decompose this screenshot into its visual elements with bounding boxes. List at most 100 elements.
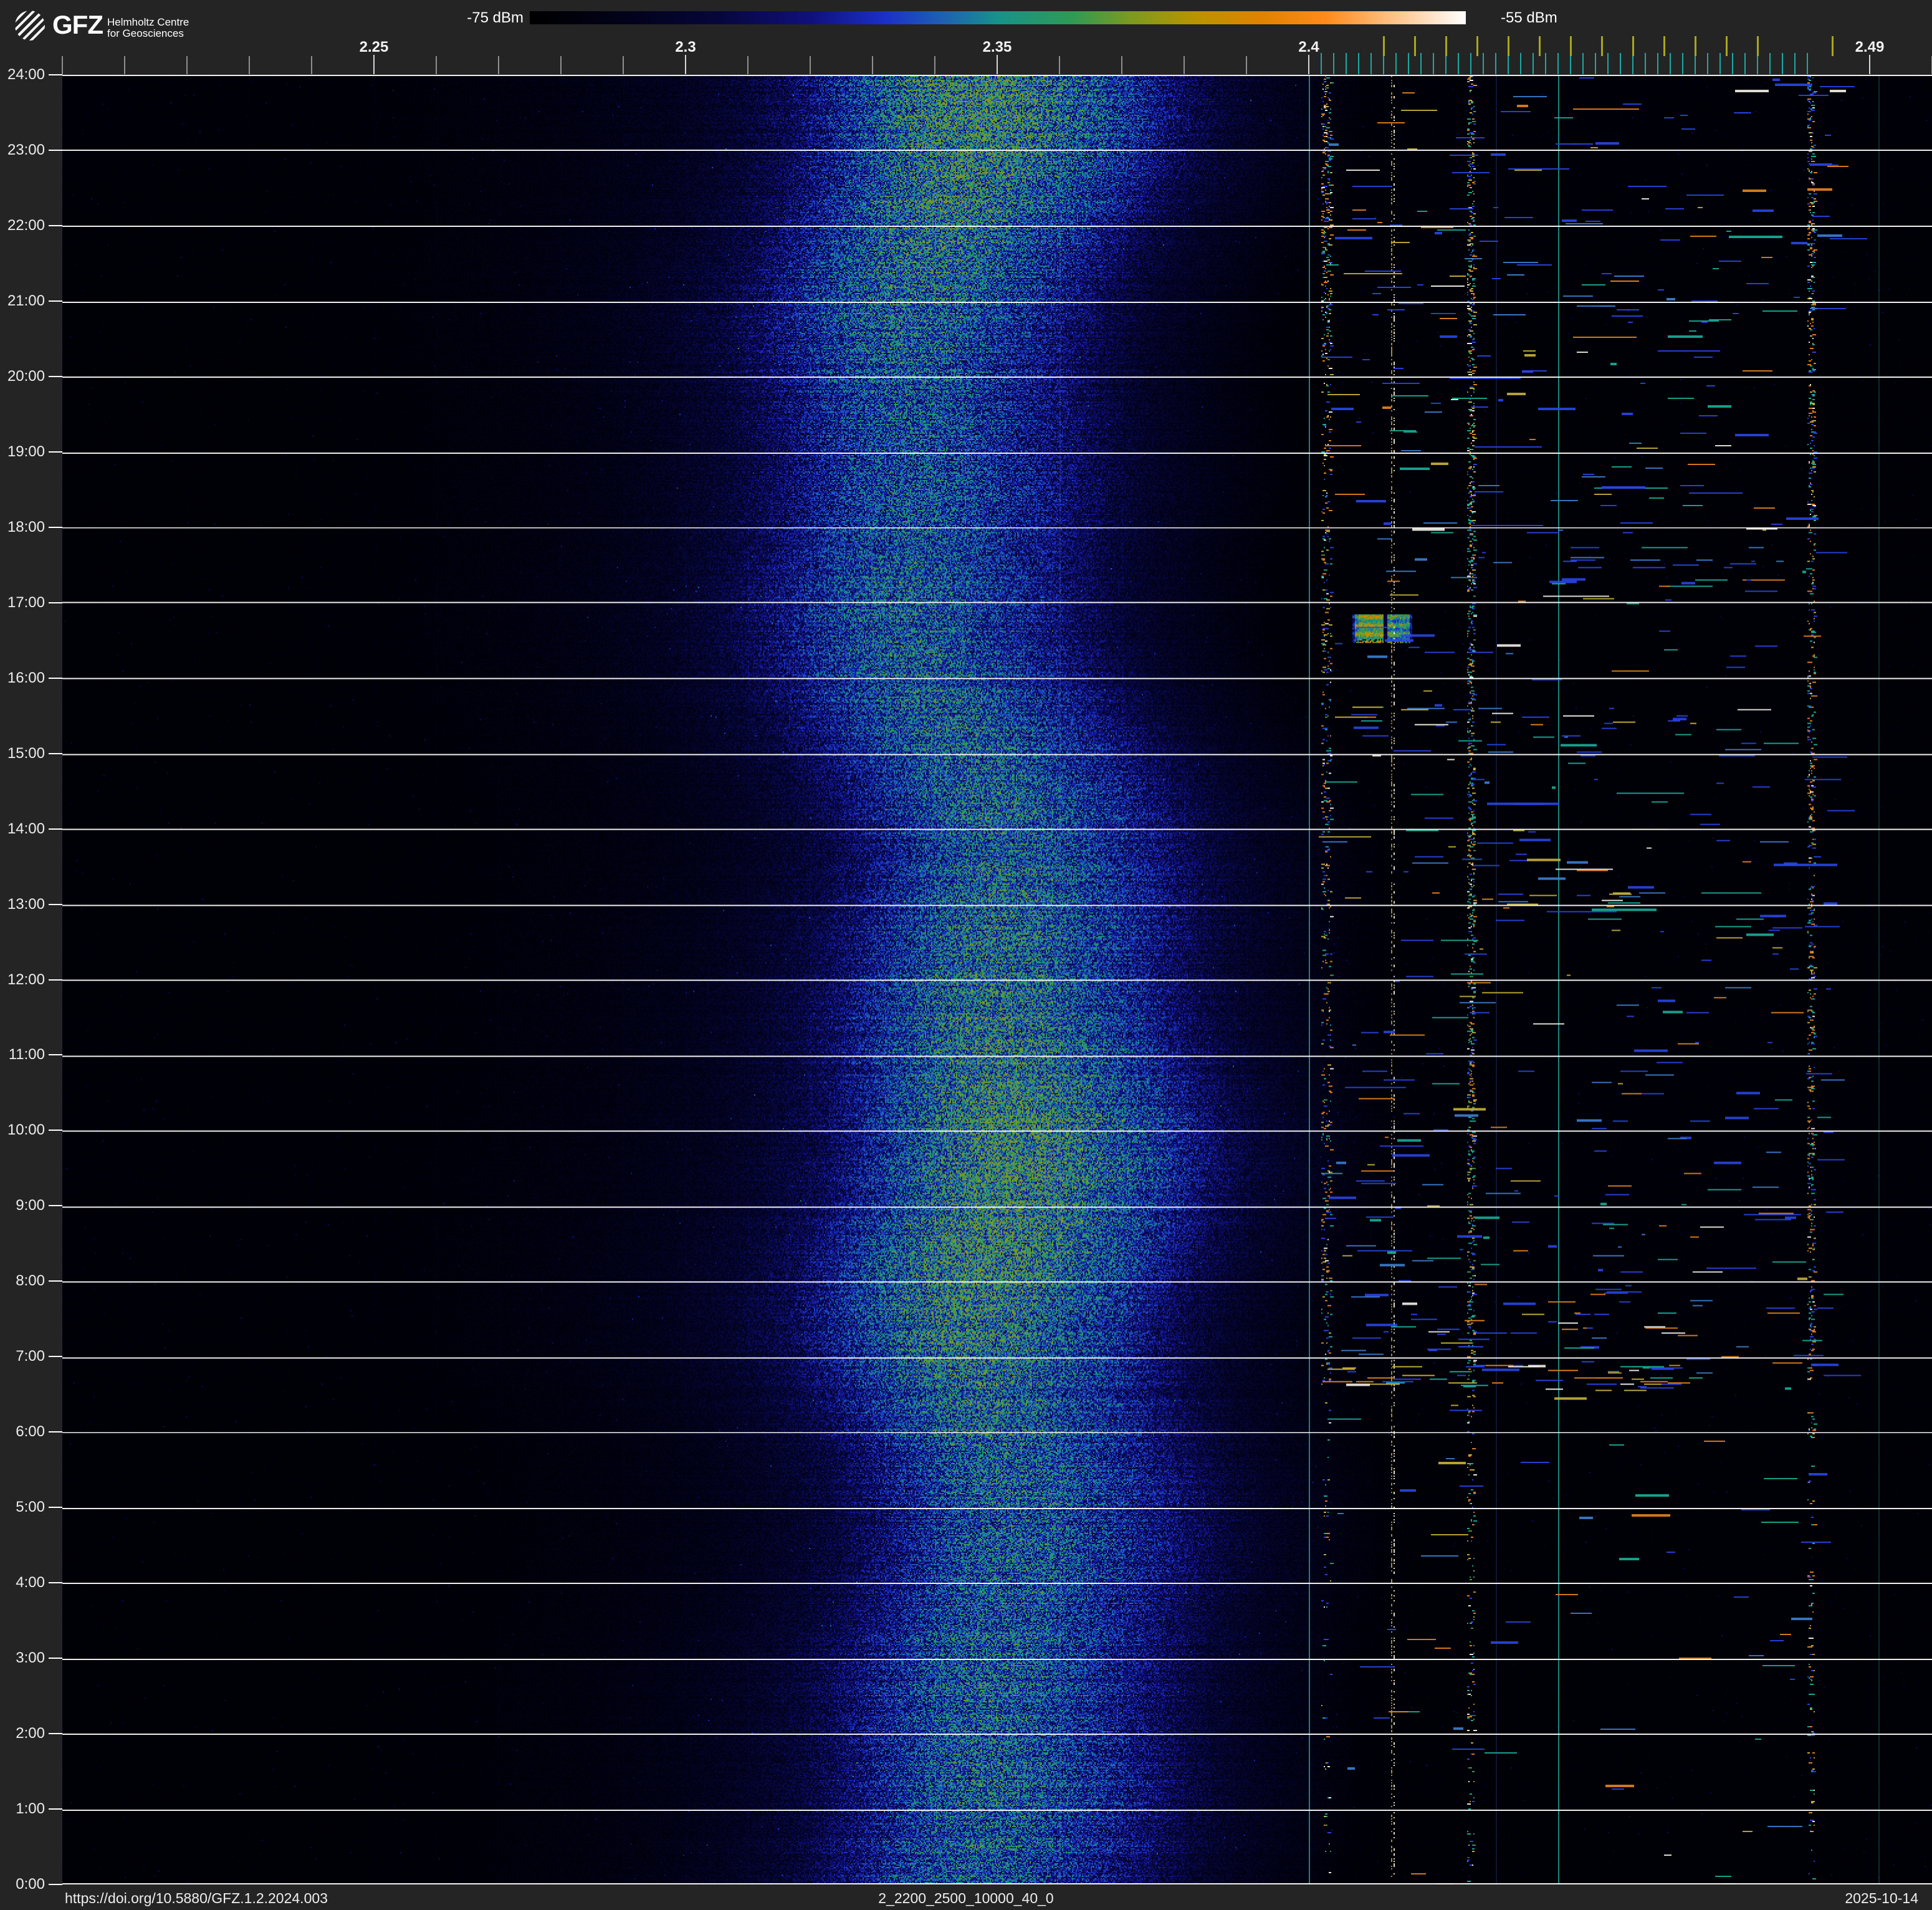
hour-tick-dash — [49, 979, 62, 981]
hour-label: 9:00 — [16, 1197, 45, 1214]
hour-label: 2:00 — [16, 1725, 45, 1742]
ble-channel-tick — [1707, 53, 1708, 74]
freq-minor-tick — [1059, 56, 1060, 74]
hour-label: 8:00 — [16, 1272, 45, 1290]
ble-channel-tick — [1408, 53, 1409, 74]
hour-label: 5:00 — [16, 1499, 45, 1516]
freq-minor-tick — [436, 56, 437, 74]
freq-tick-label: 2.3 — [675, 39, 696, 55]
wifi-channel-tick — [1570, 36, 1572, 56]
hour-tick-dash — [49, 677, 62, 679]
hour-tick-dash — [49, 828, 62, 830]
ble-channel-tick — [1370, 53, 1372, 74]
ble-channel-tick — [1657, 53, 1658, 74]
hour-tick-dash — [49, 1054, 62, 1056]
freq-minor-tick — [560, 56, 562, 74]
freq-major-tick — [997, 55, 998, 74]
ble-channel-tick — [1645, 53, 1646, 74]
hour-label: 12:00 — [7, 971, 45, 988]
ble-channel-tick — [1458, 53, 1459, 74]
ble-channel-tick — [1445, 53, 1447, 74]
ble-channel-tick — [1607, 53, 1609, 74]
hour-tick-dash — [49, 1507, 62, 1509]
hour-label: 1:00 — [16, 1800, 45, 1818]
ble-channel-tick — [1333, 53, 1334, 74]
frequency-axis: 2.25 2.3 2.35 2.4 2.49 — [0, 36, 1932, 75]
freq-minor-tick — [872, 56, 873, 74]
hour-tick-dash — [49, 149, 62, 151]
footer-date: 2025-10-14 — [1845, 1890, 1918, 1906]
hour-label: 15:00 — [7, 744, 45, 762]
freq-tick-label: 2.35 — [982, 39, 1012, 55]
ble-channel-tick — [1757, 53, 1758, 74]
ble-channel-tick — [1383, 53, 1384, 74]
ble-channel-tick — [1346, 53, 1347, 74]
ble-channel-tick — [1595, 53, 1596, 74]
hour-label: 21:00 — [7, 292, 45, 309]
hour-label: 24:00 — [7, 66, 45, 83]
ble-channel-tick — [1744, 53, 1746, 74]
wifi-channel-tick — [1695, 36, 1696, 56]
colorbar-gradient — [530, 11, 1466, 24]
wifi-channel-tick — [1663, 36, 1665, 56]
freq-minor-tick — [186, 56, 188, 74]
ble-channel-tick — [1782, 53, 1783, 74]
ble-channel-tick — [1620, 53, 1621, 74]
freq-minor-tick — [1121, 56, 1122, 74]
ble-channel-tick — [1807, 53, 1808, 74]
ble-channel-tick — [1420, 53, 1422, 74]
freq-major-tick — [1308, 55, 1309, 74]
hour-tick-dash — [49, 375, 62, 377]
logo-org: Helmholtz Centre for Geosciences — [107, 17, 189, 39]
ble-channel-tick — [1395, 53, 1397, 74]
freq-minor-tick — [1246, 56, 1247, 74]
hour-label: 6:00 — [16, 1423, 45, 1441]
ble-channel-tick — [1483, 53, 1484, 74]
wifi-channel-tick — [1632, 36, 1634, 56]
wifi-channel-tick — [1601, 36, 1603, 56]
hour-tick-dash — [49, 1733, 62, 1735]
wifi-channel-tick — [1383, 36, 1385, 56]
wifi-channel-tick — [1539, 36, 1541, 56]
freq-minor-tick — [498, 56, 499, 74]
freq-minor-tick — [124, 56, 125, 74]
wifi-channel-tick — [1414, 36, 1416, 56]
ble-channel-tick — [1545, 53, 1546, 74]
ble-channel-tick — [1695, 53, 1696, 74]
ble-channel-tick — [1732, 53, 1733, 74]
freq-minor-tick — [747, 56, 748, 74]
freq-minor-tick — [810, 56, 811, 74]
footer: https://doi.org/10.5880/GFZ.1.2.2024.003… — [0, 1884, 1932, 1910]
hour-tick-dash — [49, 1130, 62, 1131]
freq-minor-tick — [249, 56, 250, 74]
hour-label: 16:00 — [7, 669, 45, 686]
ble-channel-tick — [1570, 53, 1571, 74]
ble-channel-tick — [1520, 53, 1521, 74]
spectrogram-page: GFZ Helmholtz Centre for Geosciences -75… — [0, 0, 1932, 1910]
hour-label: 22:00 — [7, 216, 45, 234]
hour-label: 19:00 — [7, 443, 45, 460]
colorbar-min-label: -75 dBm — [467, 9, 524, 26]
wifi-channel-tick — [1757, 36, 1759, 56]
hour-label: 7:00 — [16, 1348, 45, 1365]
hour-tick-dash — [49, 1658, 62, 1659]
freq-major-tick — [373, 55, 375, 74]
hour-label: 14:00 — [7, 820, 45, 837]
hour-label: 10:00 — [7, 1121, 45, 1139]
hour-tick-dash — [49, 1280, 62, 1282]
freq-tick-label: 2.4 — [1298, 39, 1319, 55]
hour-tick-dash — [49, 1205, 62, 1207]
freq-tick-label: 2.25 — [359, 39, 389, 55]
freq-minor-tick — [934, 56, 935, 74]
hour-label: 17:00 — [7, 593, 45, 611]
wifi-channel-tick — [1445, 36, 1447, 56]
logo-org-line1: Helmholtz Centre — [107, 16, 189, 28]
hour-tick-dash — [49, 903, 62, 905]
ble-channel-tick — [1508, 53, 1509, 74]
hour-tick-dash — [49, 752, 62, 754]
freq-major-tick — [685, 55, 686, 74]
colorbar-max-label: -55 dBm — [1501, 9, 1557, 26]
freq-tick-label: 2.49 — [1855, 39, 1885, 55]
freq-major-tick — [1869, 55, 1870, 74]
header: GFZ Helmholtz Centre for Geosciences -75… — [0, 0, 1932, 41]
